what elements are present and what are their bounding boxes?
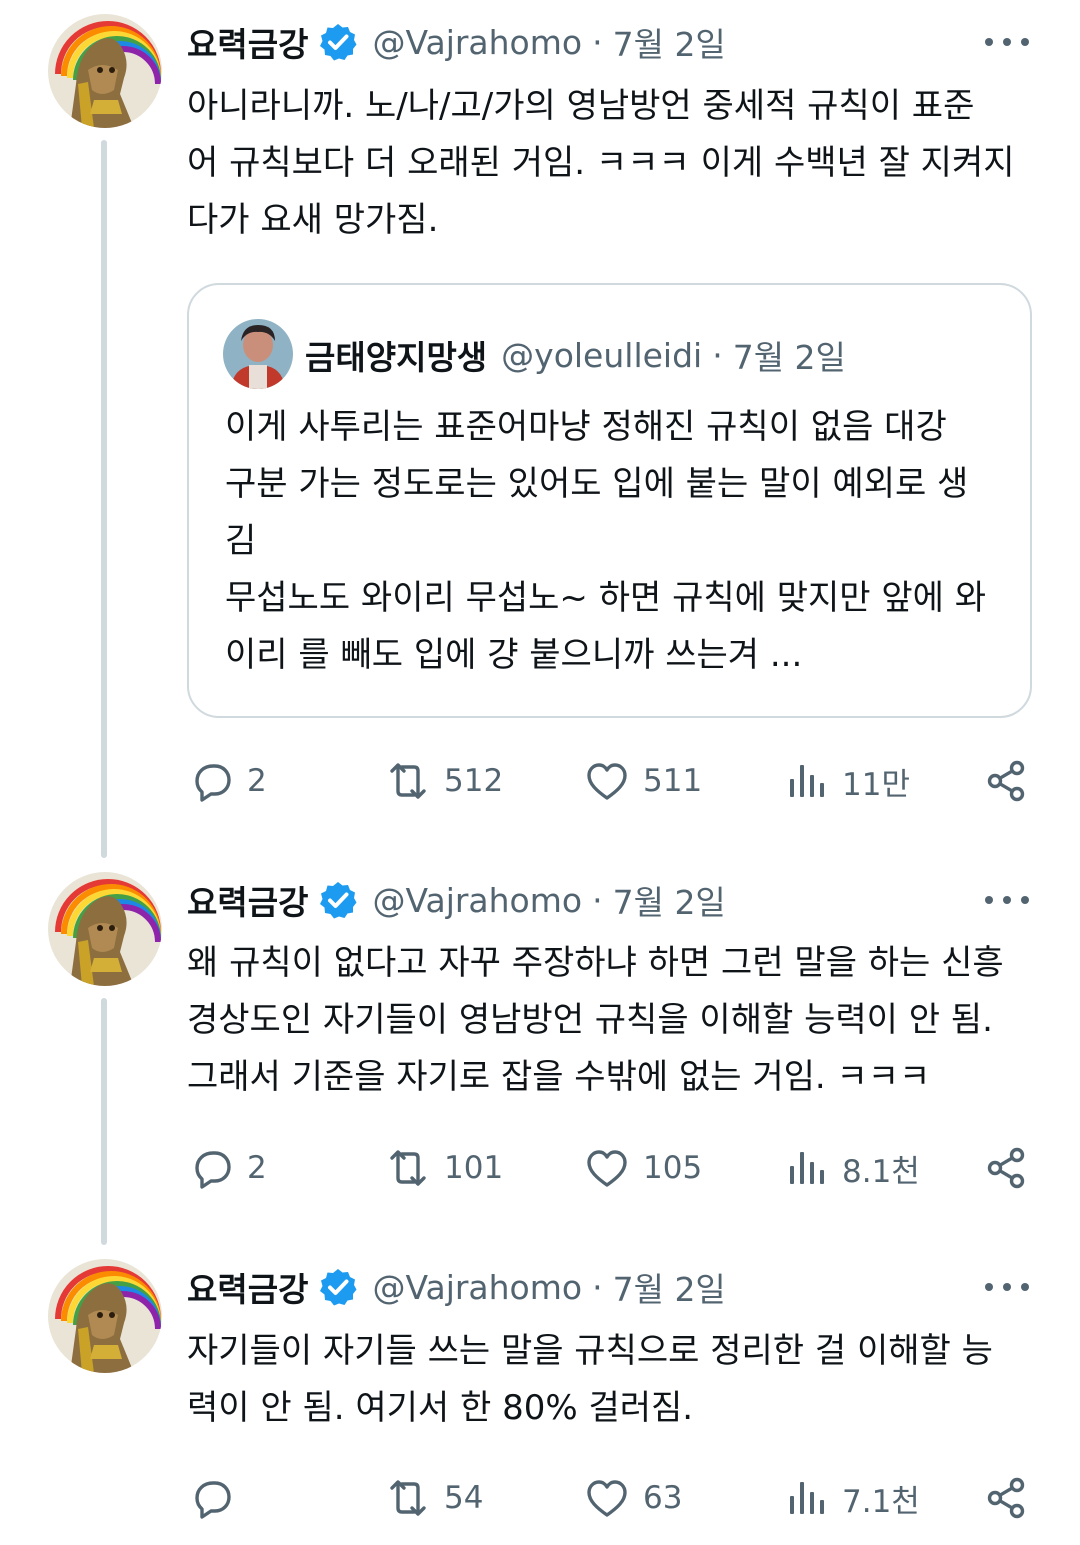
tweet-text: 아니라니까. 노/나/고/가의 영남방언 중세적 규칙이 표준 어 규칙보다 더… xyxy=(187,78,1037,249)
like-count: 105 xyxy=(643,1150,703,1186)
retweet-button[interactable]: 101 xyxy=(384,1140,503,1196)
reply-button[interactable] xyxy=(187,1470,247,1526)
quoted-avatar[interactable] xyxy=(223,319,293,389)
retweet-icon xyxy=(390,1150,426,1186)
avatar[interactable] xyxy=(48,872,162,986)
quoted-author-handle: @yoleulleidi xyxy=(501,335,703,375)
heart-icon xyxy=(587,1480,627,1517)
more-options-icon[interactable] xyxy=(985,893,1029,907)
retweet-icon xyxy=(390,763,426,799)
tweet-actions-bar: 2 101 105 8.1천 xyxy=(187,1140,1032,1196)
verified-badge-icon[interactable] xyxy=(318,22,359,62)
tweet-text-line: 경상도인 자기들이 영남방언 규칙을 이해할 능력이 안 됨. xyxy=(187,1000,993,1040)
heart-icon xyxy=(587,763,627,800)
tweet-text-line: 왜 규칙이 없다고 자꾸 주장하냐 하면 그런 말을 하는 신흥 xyxy=(187,943,1004,983)
retweet-count: 101 xyxy=(444,1150,504,1186)
tweet-date[interactable]: 7월 2일 xyxy=(613,1263,726,1311)
separator-dot: · xyxy=(592,22,603,62)
tweet-header: 요력금강 @Vajrahomo · 7월 2일 xyxy=(187,14,726,70)
retweet-count: 54 xyxy=(444,1480,484,1516)
separator-dot: · xyxy=(592,880,603,920)
rainbow-lioness-avatar-icon xyxy=(48,1259,162,1373)
quoted-author-name: 금태양지망생 xyxy=(305,338,488,377)
quoted-text-line: 구분 가는 정도로는 있어도 입에 붙는 말이 예외로 생 xyxy=(225,464,969,504)
separator-dot: · xyxy=(712,335,723,375)
share-icon xyxy=(987,760,1025,802)
like-count: 63 xyxy=(643,1480,683,1516)
quoted-tweet-header: 금태양지망생 @yoleulleidi · 7월 2일 xyxy=(305,327,846,383)
view-count: 8.1천 xyxy=(842,1153,920,1190)
retweet-button[interactable]: 54 xyxy=(384,1470,483,1526)
tweet-text: 자기들이 자기들 쓰는 말을 규칙으로 정리한 걸 이해할 능 력이 안 됨. … xyxy=(187,1323,1037,1437)
quoted-tweet-date: 7월 2일 xyxy=(732,338,846,377)
view-count: 11만 xyxy=(842,766,910,803)
verified-badge-icon[interactable] xyxy=(318,1267,359,1307)
thread-connector-line xyxy=(101,998,107,1245)
author-handle[interactable]: @Vajrahomo xyxy=(372,881,582,920)
tweet-header: 요력금강 @Vajrahomo · 7월 2일 xyxy=(187,1259,726,1315)
reply-button[interactable]: 2 xyxy=(187,1140,267,1196)
like-button[interactable]: 511 xyxy=(583,753,702,809)
share-button[interactable] xyxy=(982,753,1030,809)
more-options-icon[interactable] xyxy=(985,35,1029,49)
like-button[interactable]: 63 xyxy=(583,1470,682,1526)
tweet-text-line: 력이 안 됨. 여기서 한 80% 걸러짐. xyxy=(187,1388,694,1428)
bar-chart-icon xyxy=(790,1482,824,1514)
tweet-text-line: 아니라니까. 노/나/고/가의 영남방언 중세적 규칙이 표준 xyxy=(187,86,975,126)
quoted-text-line: 이리 를 빼도 입에 걍 붙으니까 쓰는겨 ... xyxy=(225,635,803,675)
tweet-date[interactable]: 7월 2일 xyxy=(613,18,726,66)
tweet-text: 왜 규칙이 없다고 자꾸 주장하냐 하면 그런 말을 하는 신흥 경상도인 자기… xyxy=(187,935,1037,1106)
author-handle[interactable]: @Vajrahomo xyxy=(372,23,582,62)
author-handle[interactable]: @Vajrahomo xyxy=(372,1268,582,1307)
reply-icon xyxy=(195,1481,231,1519)
tweet-actions-bar: 54 63 7.1천 xyxy=(187,1470,1032,1526)
like-button[interactable]: 105 xyxy=(583,1140,702,1196)
thread-connector-line xyxy=(101,140,107,858)
retweet-icon xyxy=(390,1480,426,1516)
person-avatar-icon xyxy=(223,319,293,389)
share-icon xyxy=(987,1477,1025,1519)
quoted-tweet-card[interactable]: 금태양지망생 @yoleulleidi · 7월 2일 이게 사투리는 표준어마… xyxy=(187,283,1032,718)
reply-icon xyxy=(195,1151,231,1189)
tweet-date[interactable]: 7월 2일 xyxy=(613,876,726,924)
quoted-tweet-text: 이게 사투리는 표준어마냥 정해진 규칙이 없음 대강 구분 가는 정도로는 있… xyxy=(225,399,1015,684)
views-button[interactable]: 7.1천 xyxy=(782,1470,920,1526)
quoted-text-line: 김 xyxy=(225,521,257,561)
share-icon xyxy=(987,1147,1025,1189)
tweet-header: 요력금강 @Vajrahomo · 7월 2일 xyxy=(187,872,726,928)
author-name[interactable]: 요력금강 xyxy=(187,18,308,66)
reply-icon xyxy=(195,764,231,802)
avatar[interactable] xyxy=(48,14,162,128)
verified-badge-icon[interactable] xyxy=(318,880,359,920)
rainbow-lioness-avatar-icon xyxy=(48,872,162,986)
tweet-text-line: 자기들이 자기들 쓰는 말을 규칙으로 정리한 걸 이해할 능 xyxy=(187,1331,993,1371)
author-name[interactable]: 요력금강 xyxy=(187,876,308,924)
more-options-icon[interactable] xyxy=(985,1280,1029,1294)
views-button[interactable]: 11만 xyxy=(782,753,910,809)
tweet-text-line: 어 규칙보다 더 오래된 거임. ㅋㅋㅋ 이게 수백년 잘 지켜지 xyxy=(187,143,1015,183)
retweet-count: 512 xyxy=(444,763,504,799)
view-count: 7.1천 xyxy=(842,1483,920,1520)
separator-dot: · xyxy=(592,1267,603,1307)
author-name[interactable]: 요력금강 xyxy=(187,1263,308,1311)
quoted-text-line: 무섭노도 와이리 무섭노~ 하면 규칙에 맞지만 앞에 와 xyxy=(225,578,987,618)
share-button[interactable] xyxy=(982,1140,1030,1196)
bar-chart-icon xyxy=(790,1152,824,1184)
share-button[interactable] xyxy=(982,1470,1030,1526)
reply-count: 2 xyxy=(247,1150,267,1186)
rainbow-lioness-avatar-icon xyxy=(48,14,162,128)
tweet-text-line: 다가 요새 망가짐. xyxy=(187,200,439,240)
tweet-actions-bar: 2 512 511 11만 xyxy=(187,753,1032,809)
tweet-text-line: 그래서 기준을 자기로 잡을 수밖에 없는 거임. ㅋㅋㅋ xyxy=(187,1057,931,1097)
like-count: 511 xyxy=(643,763,703,799)
bar-chart-icon xyxy=(790,765,824,797)
heart-icon xyxy=(587,1150,627,1187)
retweet-button[interactable]: 512 xyxy=(384,753,503,809)
quoted-text-line: 이게 사투리는 표준어마냥 정해진 규칙이 없음 대강 xyxy=(225,407,947,447)
views-button[interactable]: 8.1천 xyxy=(782,1140,920,1196)
avatar[interactable] xyxy=(48,1259,162,1373)
reply-count: 2 xyxy=(247,763,267,799)
reply-button[interactable]: 2 xyxy=(187,753,267,809)
